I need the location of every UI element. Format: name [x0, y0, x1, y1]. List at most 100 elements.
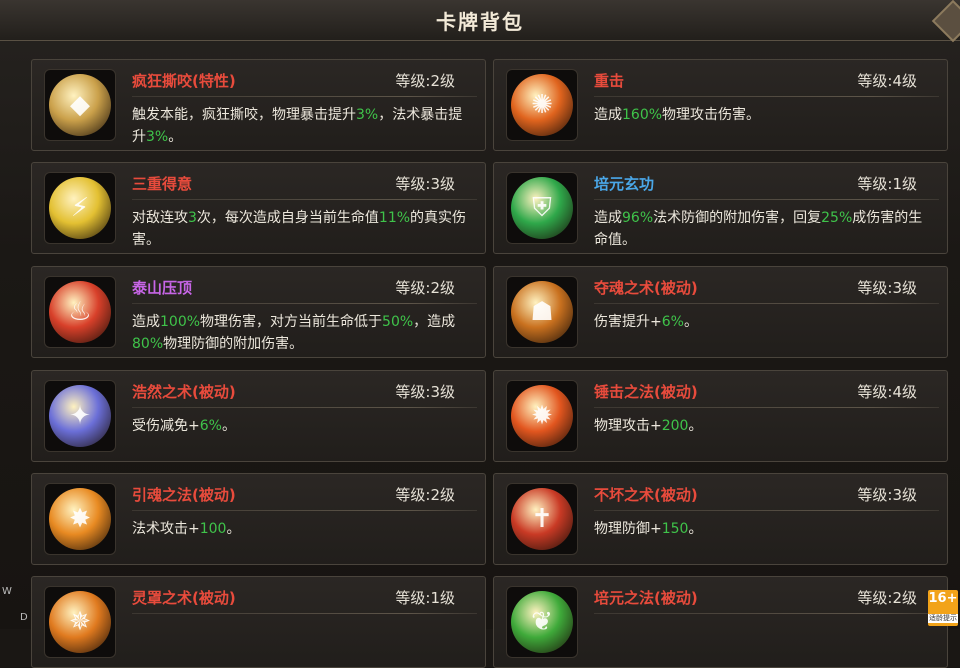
- card-divider: [132, 303, 477, 304]
- highlight-value: 11%: [378, 210, 411, 226]
- soul-figure-icon: ☗: [511, 281, 573, 343]
- card-divider: [594, 303, 939, 304]
- leaf-aura-icon: ❦: [511, 591, 573, 653]
- boot-stomp-icon: ♨: [49, 281, 111, 343]
- skill-name: 锤击之法(被动): [594, 383, 698, 401]
- description-text: 造成: [132, 314, 160, 330]
- skill-description: 对敌连攻3次，每次造成自身当前生命值11%的真实伤害。: [132, 207, 472, 251]
- skill-level: 等级:2级: [395, 72, 455, 90]
- skill-level: 等级:2级: [857, 589, 917, 607]
- description-text: 造成: [594, 210, 622, 226]
- skill-level: 等级:3级: [857, 279, 917, 297]
- skill-description: 法术攻击+100。: [132, 518, 472, 540]
- skill-card[interactable]: ⚡ 三重得意 等级:3级 对敌连攻3次，每次造成自身当前生命值11%的真实伤害。: [31, 162, 486, 254]
- heavy-strike-icon: ✺: [511, 74, 573, 136]
- green-shield-icon: ⛨: [511, 177, 573, 239]
- skill-level: 等级:2级: [395, 486, 455, 504]
- skill-icon-frame: ✸: [44, 483, 116, 555]
- edge-mark-w: W: [2, 586, 12, 597]
- skill-level: 等级:4级: [857, 72, 917, 90]
- description-text: 。: [221, 418, 236, 434]
- age-rating-badge: 16+ 适龄提示: [928, 590, 958, 626]
- fire-spiral-icon: ✸: [49, 488, 111, 550]
- skill-card[interactable]: ✦ 浩然之术(被动) 等级:3级受伤减免+6%。: [31, 370, 486, 462]
- card-divider: [132, 96, 477, 97]
- age-rating-caption: 适龄提示: [928, 614, 958, 623]
- description-text: 触发本能，疯狂撕咬，物理暴击提升: [132, 107, 356, 123]
- skill-level: 等级:3级: [857, 486, 917, 504]
- triple-slash-icon: ⚡: [49, 177, 111, 239]
- skill-icon-frame: ⛨: [506, 172, 578, 244]
- skill-card[interactable]: ✺ 重击 等级:4级 造成160%物理攻击伤害。: [493, 59, 948, 151]
- highlight-value: 3%: [146, 129, 169, 145]
- card-divider: [594, 407, 939, 408]
- skill-card[interactable]: ✸ 引魂之法(被动) 等级:2级 法术攻击+100。: [31, 473, 486, 565]
- highlight-value: 160%: [622, 107, 663, 123]
- cross-shield-icon: ✝: [511, 488, 573, 550]
- fire-pillar-icon: ✵: [49, 591, 111, 653]
- skill-card[interactable]: ◆ 疯狂撕咬(特性) 等级:2级触发本能，疯狂撕咬，物理暴击提升3%，法术暴击提升3…: [31, 59, 486, 151]
- skill-description: 造成160%物理攻击伤害。: [594, 104, 934, 126]
- skill-icon-frame: ❦: [506, 586, 578, 658]
- skill-description: 触发本能，疯狂撕咬，物理暴击提升3%，法术暴击提升3%。: [132, 104, 472, 148]
- skill-level: 等级:2级: [395, 279, 455, 297]
- description-text: 伤害提升+: [594, 314, 662, 330]
- card-divider: [594, 199, 939, 200]
- description-text: 物理防御+: [594, 521, 662, 537]
- highlight-value: 96%: [622, 210, 654, 226]
- description-text: 物理攻击伤害。: [662, 107, 761, 123]
- skill-card[interactable]: ✹ 锤击之法(被动) 等级:4级 物理攻击+200。: [493, 370, 948, 462]
- spirit-orb-icon: ✦: [49, 385, 111, 447]
- skill-description: 造成100%物理伤害，对方当前生命低于50%，造成 80%物理防御的附加伤害。: [132, 311, 472, 355]
- skill-card[interactable]: ✵ 灵罩之术(被动) 等级:1级: [31, 576, 486, 668]
- skill-card[interactable]: ⛨ 培元玄功 等级:1级 造成96%法术防御的附加伤害，回复25%成伤害的生命值。: [493, 162, 948, 254]
- card-divider: [594, 96, 939, 97]
- skill-description: 受伤减免+6%。: [132, 415, 472, 437]
- skill-name: 浩然之术(被动): [132, 383, 236, 401]
- skill-icon-frame: ◆: [44, 69, 116, 141]
- highlight-value: 100%: [160, 314, 201, 330]
- card-divider: [132, 407, 477, 408]
- skill-name: 灵罩之术(被动): [132, 589, 236, 607]
- highlight-value: 25%: [821, 210, 853, 226]
- flame-claw-icon: ✹: [511, 385, 573, 447]
- skill-card[interactable]: ♨ 泰山压顶 等级:2级 造成100%物理伤害，对方当前生命低于50%，造成 80%物理…: [31, 266, 486, 358]
- skill-card[interactable]: ✝ 不坏之术(被动) 等级:3级 物理防御+150。: [493, 473, 948, 565]
- description-text: 次，每次造成自身当前生命值: [196, 210, 379, 226]
- description-text: ，造成: [413, 314, 456, 330]
- skill-name: 疯狂撕咬(特性): [132, 72, 236, 90]
- skill-level: 等级:1级: [857, 175, 917, 193]
- skill-icon-frame: ✝: [506, 483, 578, 555]
- skill-name: 三重得意: [132, 175, 193, 193]
- description-text: 。: [688, 521, 703, 537]
- skill-card[interactable]: ☗ 夺魂之术(被动) 等级:3级 伤害提升+6%。: [493, 266, 948, 358]
- highlight-value: 6%: [661, 314, 684, 330]
- skill-description: 物理攻击+200。: [594, 415, 934, 437]
- skill-icon-frame: ♨: [44, 276, 116, 348]
- skill-icon-frame: ☗: [506, 276, 578, 348]
- description-text: 。: [226, 521, 241, 537]
- description-text: 对敌连攻: [132, 210, 188, 226]
- description-text: 法术攻击+: [132, 521, 200, 537]
- skill-description: 伤害提升+6%。: [594, 311, 934, 333]
- skill-level: 等级:1级: [395, 589, 455, 607]
- description-text: 。: [168, 129, 183, 145]
- description-text: 法术防御的附加伤害，回复: [653, 210, 822, 226]
- skill-icon-frame: ✵: [44, 586, 116, 658]
- skill-name: 培元之法(被动): [594, 589, 698, 607]
- highlight-value: 3%: [356, 107, 379, 123]
- description-text: 造成: [594, 107, 622, 123]
- highlight-value: 100: [199, 521, 227, 537]
- description-text: 物理伤害，对方当前生命低于: [200, 314, 383, 330]
- description-text: 物理攻击+: [594, 418, 662, 434]
- card-divider: [132, 510, 477, 511]
- skill-card[interactable]: ❦ 培元之法(被动) 等级:2级: [493, 576, 948, 668]
- skill-icon-frame: ✺: [506, 69, 578, 141]
- highlight-value: 3: [188, 210, 197, 226]
- highlight-value: 50%: [382, 314, 414, 330]
- description-text: 。: [683, 314, 698, 330]
- edge-mark-d: D: [20, 612, 28, 623]
- card-divider: [594, 613, 939, 614]
- skill-level: 等级:3级: [395, 383, 455, 401]
- window-title: 卡牌背包: [436, 10, 524, 34]
